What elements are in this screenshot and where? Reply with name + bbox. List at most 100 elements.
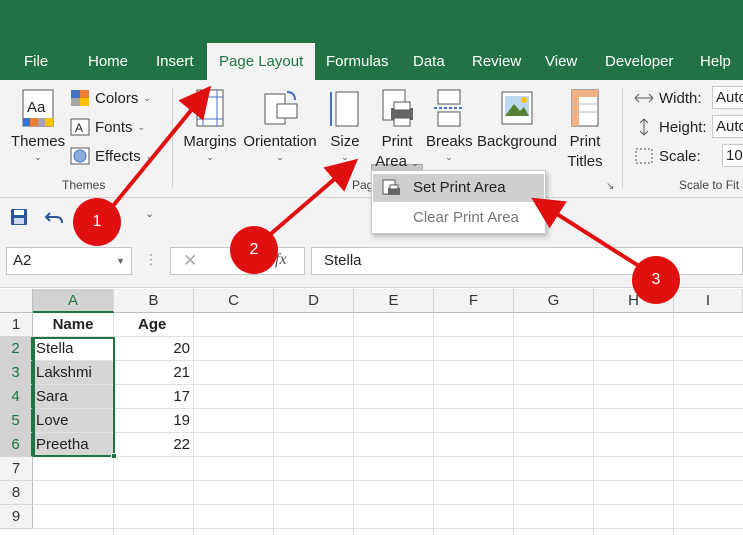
size-button[interactable]: Size ⌄ bbox=[326, 88, 364, 162]
row-header-4[interactable]: 4 bbox=[0, 385, 33, 409]
cell-a5[interactable]: Love bbox=[33, 409, 114, 433]
group-separator bbox=[172, 88, 173, 188]
fonts-button[interactable]: A Fonts ⌄ bbox=[70, 118, 145, 136]
column-header-f[interactable]: F bbox=[434, 289, 514, 313]
menu-item-set-print-area[interactable]: Set Print Area bbox=[373, 174, 544, 202]
dialog-launcher-icon[interactable]: ↘ bbox=[606, 181, 614, 192]
row-header-9[interactable]: 9 bbox=[0, 505, 33, 529]
tab-developer[interactable]: Developer bbox=[605, 53, 673, 70]
name-box[interactable]: A2 ▼ bbox=[6, 247, 132, 275]
scale-to-fit-group-label: Scale to Fit bbox=[679, 178, 740, 192]
cell-a1[interactable]: Name bbox=[33, 313, 114, 337]
cell-b5[interactable]: 19 bbox=[114, 409, 194, 433]
tab-data[interactable]: Data bbox=[413, 53, 445, 70]
row-header-7[interactable]: 7 bbox=[0, 457, 33, 481]
print-titles-label-line1: Print bbox=[569, 133, 601, 150]
select-all-corner[interactable] bbox=[0, 289, 33, 313]
menu-item-clear-print-area[interactable]: Clear Print Area bbox=[373, 204, 544, 232]
chevron-down-icon: ⌄ bbox=[145, 150, 154, 161]
svg-text:A: A bbox=[75, 121, 83, 135]
cell-a3[interactable]: Lakshmi bbox=[33, 361, 114, 385]
print-area-button[interactable]: Print Area ⌄ bbox=[371, 88, 423, 173]
themes-icon: Aa bbox=[22, 89, 54, 127]
row-header-6[interactable]: 6 bbox=[0, 433, 33, 457]
width-dropdown[interactable]: Auto bbox=[712, 86, 743, 109]
cell-b3[interactable]: 21 bbox=[114, 361, 194, 385]
cell-b6[interactable]: 22 bbox=[114, 433, 194, 457]
fonts-icon: A bbox=[70, 118, 90, 136]
row-header-5[interactable]: 5 bbox=[0, 409, 33, 433]
height-control: Height: bbox=[634, 118, 707, 136]
print-titles-button[interactable]: Print Titles bbox=[562, 88, 608, 172]
ribbon-tab-bar: File Home Insert Page Layout Formulas Da… bbox=[0, 0, 743, 81]
size-label: Size bbox=[330, 133, 360, 150]
formula-bar-grip-icon: ⋮ bbox=[144, 251, 158, 267]
fonts-label: Fonts bbox=[95, 118, 133, 136]
breaks-button[interactable]: Breaks ⌄ bbox=[426, 88, 473, 162]
column-header-a[interactable]: A bbox=[33, 289, 114, 313]
themes-button[interactable]: Aa Themes ⌄ bbox=[10, 88, 66, 162]
tab-home[interactable]: Home bbox=[88, 53, 128, 70]
cell-b2[interactable]: 20 bbox=[114, 337, 194, 361]
cell-a4[interactable]: Sara bbox=[33, 385, 114, 409]
name-box-value: A2 bbox=[13, 252, 32, 269]
save-icon[interactable] bbox=[10, 208, 28, 226]
breaks-icon bbox=[434, 89, 464, 127]
column-header-d[interactable]: D bbox=[274, 289, 354, 313]
column-header-b[interactable]: B bbox=[114, 289, 194, 313]
chevron-down-icon: ⌄ bbox=[445, 152, 453, 162]
column-header-c[interactable]: C bbox=[194, 289, 274, 313]
tab-review[interactable]: Review bbox=[472, 53, 521, 70]
customize-qat-icon[interactable]: ⌄ bbox=[145, 207, 154, 220]
column-header-i[interactable]: I bbox=[674, 289, 743, 313]
clear-print-area-label: Clear Print Area bbox=[413, 209, 519, 226]
colors-button[interactable]: Colors ⌄ bbox=[70, 89, 151, 107]
width-label: Width: bbox=[659, 89, 702, 107]
tab-help[interactable]: Help bbox=[700, 53, 731, 70]
group-separator bbox=[622, 88, 623, 188]
chevron-down-icon: ⌄ bbox=[137, 121, 146, 132]
column-header-e[interactable]: E bbox=[354, 289, 434, 313]
tab-file[interactable]: File bbox=[24, 53, 48, 70]
fill-handle[interactable] bbox=[111, 453, 117, 459]
orientation-button[interactable]: Orientation ⌄ bbox=[240, 88, 320, 162]
undo-icon[interactable] bbox=[44, 208, 64, 226]
cell-b4[interactable]: 17 bbox=[114, 385, 194, 409]
background-icon bbox=[501, 91, 533, 125]
height-label: Height: bbox=[659, 118, 707, 136]
chevron-down-icon: ⌄ bbox=[341, 152, 349, 162]
cell-a2[interactable]: Stella bbox=[33, 337, 114, 361]
tab-formulas[interactable]: Formulas bbox=[326, 53, 389, 70]
print-titles-label-line2: Titles bbox=[567, 153, 603, 170]
height-icon bbox=[639, 118, 649, 136]
row-header-8[interactable]: 8 bbox=[0, 481, 33, 505]
annotation-marker-1: 1 bbox=[73, 198, 121, 246]
background-button[interactable]: Background bbox=[476, 88, 558, 152]
width-icon bbox=[634, 93, 654, 103]
chevron-down-icon: ⌄ bbox=[411, 158, 419, 168]
print-area-icon bbox=[382, 89, 413, 127]
tab-insert[interactable]: Insert bbox=[156, 53, 194, 70]
chevron-down-icon[interactable]: ▼ bbox=[116, 256, 125, 266]
margins-button[interactable]: Margins ⌄ bbox=[182, 88, 238, 162]
themes-group-label: Themes bbox=[62, 178, 106, 192]
column-header-g[interactable]: G bbox=[514, 289, 594, 313]
effects-button[interactable]: Effects ⌄ bbox=[70, 147, 153, 165]
height-dropdown[interactable]: Auto bbox=[712, 115, 743, 138]
cell-a6[interactable]: Preetha bbox=[33, 433, 114, 457]
row-header-1[interactable]: 1 bbox=[0, 313, 33, 337]
tab-page-layout[interactable]: Page Layout bbox=[207, 43, 316, 81]
cancel-icon[interactable]: ✕ bbox=[183, 251, 197, 271]
effects-icon bbox=[70, 147, 90, 165]
scale-spinner[interactable]: 100 bbox=[722, 144, 743, 167]
print-titles-icon bbox=[571, 89, 599, 127]
cell-b1[interactable]: Age bbox=[114, 313, 194, 337]
colors-label: Colors bbox=[95, 89, 139, 107]
set-print-area-label: Set Print Area bbox=[413, 179, 506, 196]
margins-icon bbox=[196, 89, 224, 127]
row-header-2[interactable]: 2 bbox=[0, 337, 33, 361]
tab-view[interactable]: View bbox=[545, 53, 577, 70]
print-area-menu: Set Print Area Clear Print Area bbox=[371, 170, 546, 234]
margins-label: Margins bbox=[183, 133, 237, 150]
row-header-3[interactable]: 3 bbox=[0, 361, 33, 385]
